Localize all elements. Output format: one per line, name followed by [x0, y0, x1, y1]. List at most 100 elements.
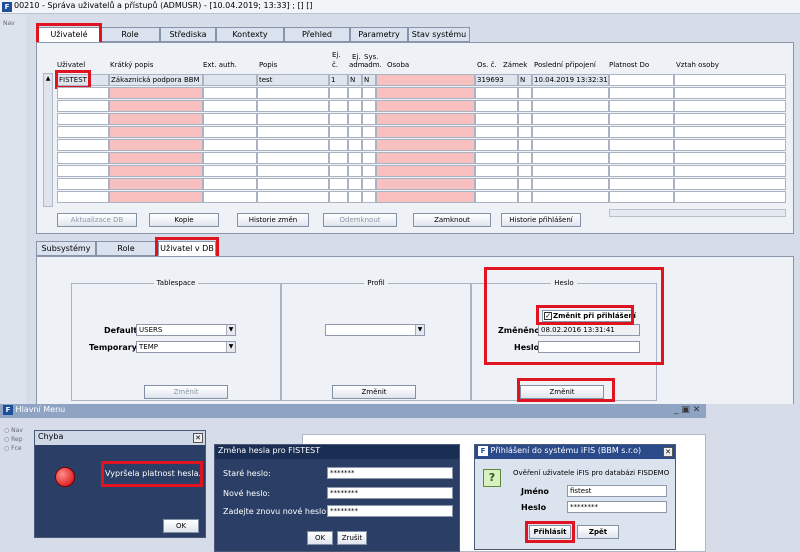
restore-icon[interactable]: ▣: [681, 405, 690, 415]
nove-heslo-input[interactable]: ********: [327, 487, 453, 499]
table-cell[interactable]: [329, 152, 348, 164]
table-cell[interactable]: [348, 178, 362, 190]
table-cell[interactable]: [329, 87, 348, 99]
table-cell[interactable]: [609, 191, 674, 203]
table-cell[interactable]: [109, 100, 203, 112]
minimize-icon[interactable]: _: [674, 405, 679, 415]
table-cell[interactable]: [348, 87, 362, 99]
row-selector-strip[interactable]: ▲: [43, 73, 53, 207]
table-cell[interactable]: [57, 100, 109, 112]
table-cell[interactable]: [376, 152, 475, 164]
cell-posledni-pripojeni[interactable]: 10.04.2019 13:32:31: [532, 74, 609, 86]
table-cell[interactable]: [348, 126, 362, 138]
table-cell[interactable]: [674, 165, 786, 177]
cell-kratky-popis[interactable]: Zákaznická podpora BBM: [109, 74, 203, 86]
table-cell[interactable]: [475, 152, 518, 164]
table-cell[interactable]: [609, 87, 674, 99]
cell-vztah-osoby[interactable]: [674, 74, 786, 86]
table-cell[interactable]: [518, 87, 532, 99]
table-cell[interactable]: [475, 178, 518, 190]
table-cell[interactable]: [609, 139, 674, 151]
table-cell[interactable]: [362, 165, 376, 177]
rep-radio[interactable]: ○ Rep: [4, 435, 23, 444]
table-cell[interactable]: [674, 152, 786, 164]
table-cell[interactable]: [203, 87, 257, 99]
table-cell[interactable]: [203, 113, 257, 125]
table-cell[interactable]: [532, 126, 609, 138]
table-cell[interactable]: [362, 87, 376, 99]
cell-popis[interactable]: test: [257, 74, 329, 86]
table-cell[interactable]: [376, 139, 475, 151]
cell-osoba[interactable]: [376, 74, 475, 86]
chevron-down-icon[interactable]: ▼: [415, 325, 424, 335]
table-cell[interactable]: [518, 100, 532, 112]
nav-radio[interactable]: ○ Nav: [4, 426, 23, 435]
table-cell[interactable]: [475, 165, 518, 177]
table-cell[interactable]: [518, 113, 532, 125]
subtab-subsystemy[interactable]: Subsystémy: [36, 241, 96, 256]
table-cell[interactable]: [109, 139, 203, 151]
chevron-down-icon[interactable]: ▼: [226, 325, 235, 335]
table-cell[interactable]: [57, 191, 109, 203]
table-cell[interactable]: [329, 139, 348, 151]
tablespace-zmenit-button[interactable]: Změnit: [144, 385, 228, 399]
table-cell[interactable]: [609, 152, 674, 164]
chyba-ok-button[interactable]: OK: [163, 519, 199, 533]
table-cell[interactable]: [348, 191, 362, 203]
cell-zamek[interactable]: N: [518, 74, 532, 86]
table-cell[interactable]: [257, 139, 329, 151]
table-cell[interactable]: [57, 178, 109, 190]
table-cell[interactable]: [257, 178, 329, 190]
horizontal-scrollbar[interactable]: [609, 209, 786, 217]
tab-strediska[interactable]: Střediska: [160, 27, 216, 42]
table-cell[interactable]: [57, 113, 109, 125]
prihlaseni-heslo-input[interactable]: ********: [567, 501, 667, 513]
zpet-button[interactable]: Zpět: [577, 525, 619, 539]
table-cell[interactable]: [609, 113, 674, 125]
cell-platnost-do[interactable]: [609, 74, 674, 86]
profil-zmenit-button[interactable]: Změnit: [332, 385, 416, 399]
table-cell[interactable]: [518, 178, 532, 190]
table-cell[interactable]: [329, 100, 348, 112]
table-cell[interactable]: [376, 113, 475, 125]
default-select[interactable]: USERS ▼: [136, 324, 236, 336]
table-cell[interactable]: [109, 87, 203, 99]
table-cell[interactable]: [362, 126, 376, 138]
table-cell[interactable]: [609, 100, 674, 112]
close-icon[interactable]: ✕: [193, 433, 203, 443]
odemknout-button[interactable]: Odemknout: [323, 213, 397, 227]
table-cell[interactable]: [532, 113, 609, 125]
table-cell[interactable]: [109, 191, 203, 203]
table-cell[interactable]: [109, 126, 203, 138]
table-cell[interactable]: [362, 191, 376, 203]
table-cell[interactable]: [57, 165, 109, 177]
zamknout-button[interactable]: Zamknout: [413, 213, 491, 227]
znovu-heslo-input[interactable]: ********: [327, 505, 453, 517]
table-cell[interactable]: [203, 152, 257, 164]
tab-prehled[interactable]: Přehled: [284, 27, 350, 42]
table-cell[interactable]: [362, 113, 376, 125]
stare-heslo-input[interactable]: *******: [327, 467, 453, 479]
profil-select[interactable]: ▼: [325, 324, 425, 336]
table-cell[interactable]: [257, 126, 329, 138]
table-cell[interactable]: [475, 191, 518, 203]
subtab-role[interactable]: Role: [96, 241, 156, 256]
table-cell[interactable]: [376, 165, 475, 177]
table-cell[interactable]: [109, 152, 203, 164]
table-cell[interactable]: [329, 113, 348, 125]
table-cell[interactable]: [518, 139, 532, 151]
tab-parametry[interactable]: Parametry: [350, 27, 408, 42]
tab-kontexty[interactable]: Kontexty: [216, 27, 284, 42]
table-cell[interactable]: [532, 100, 609, 112]
table-cell[interactable]: [609, 126, 674, 138]
table-cell[interactable]: [257, 113, 329, 125]
table-cell[interactable]: [674, 178, 786, 190]
table-cell[interactable]: [348, 152, 362, 164]
table-cell[interactable]: [475, 100, 518, 112]
table-cell[interactable]: [348, 139, 362, 151]
table-cell[interactable]: [257, 191, 329, 203]
table-cell[interactable]: [609, 178, 674, 190]
table-cell[interactable]: [532, 178, 609, 190]
zmena-hesla-zrusit-button[interactable]: Zrušit: [337, 531, 367, 545]
table-cell[interactable]: [362, 152, 376, 164]
